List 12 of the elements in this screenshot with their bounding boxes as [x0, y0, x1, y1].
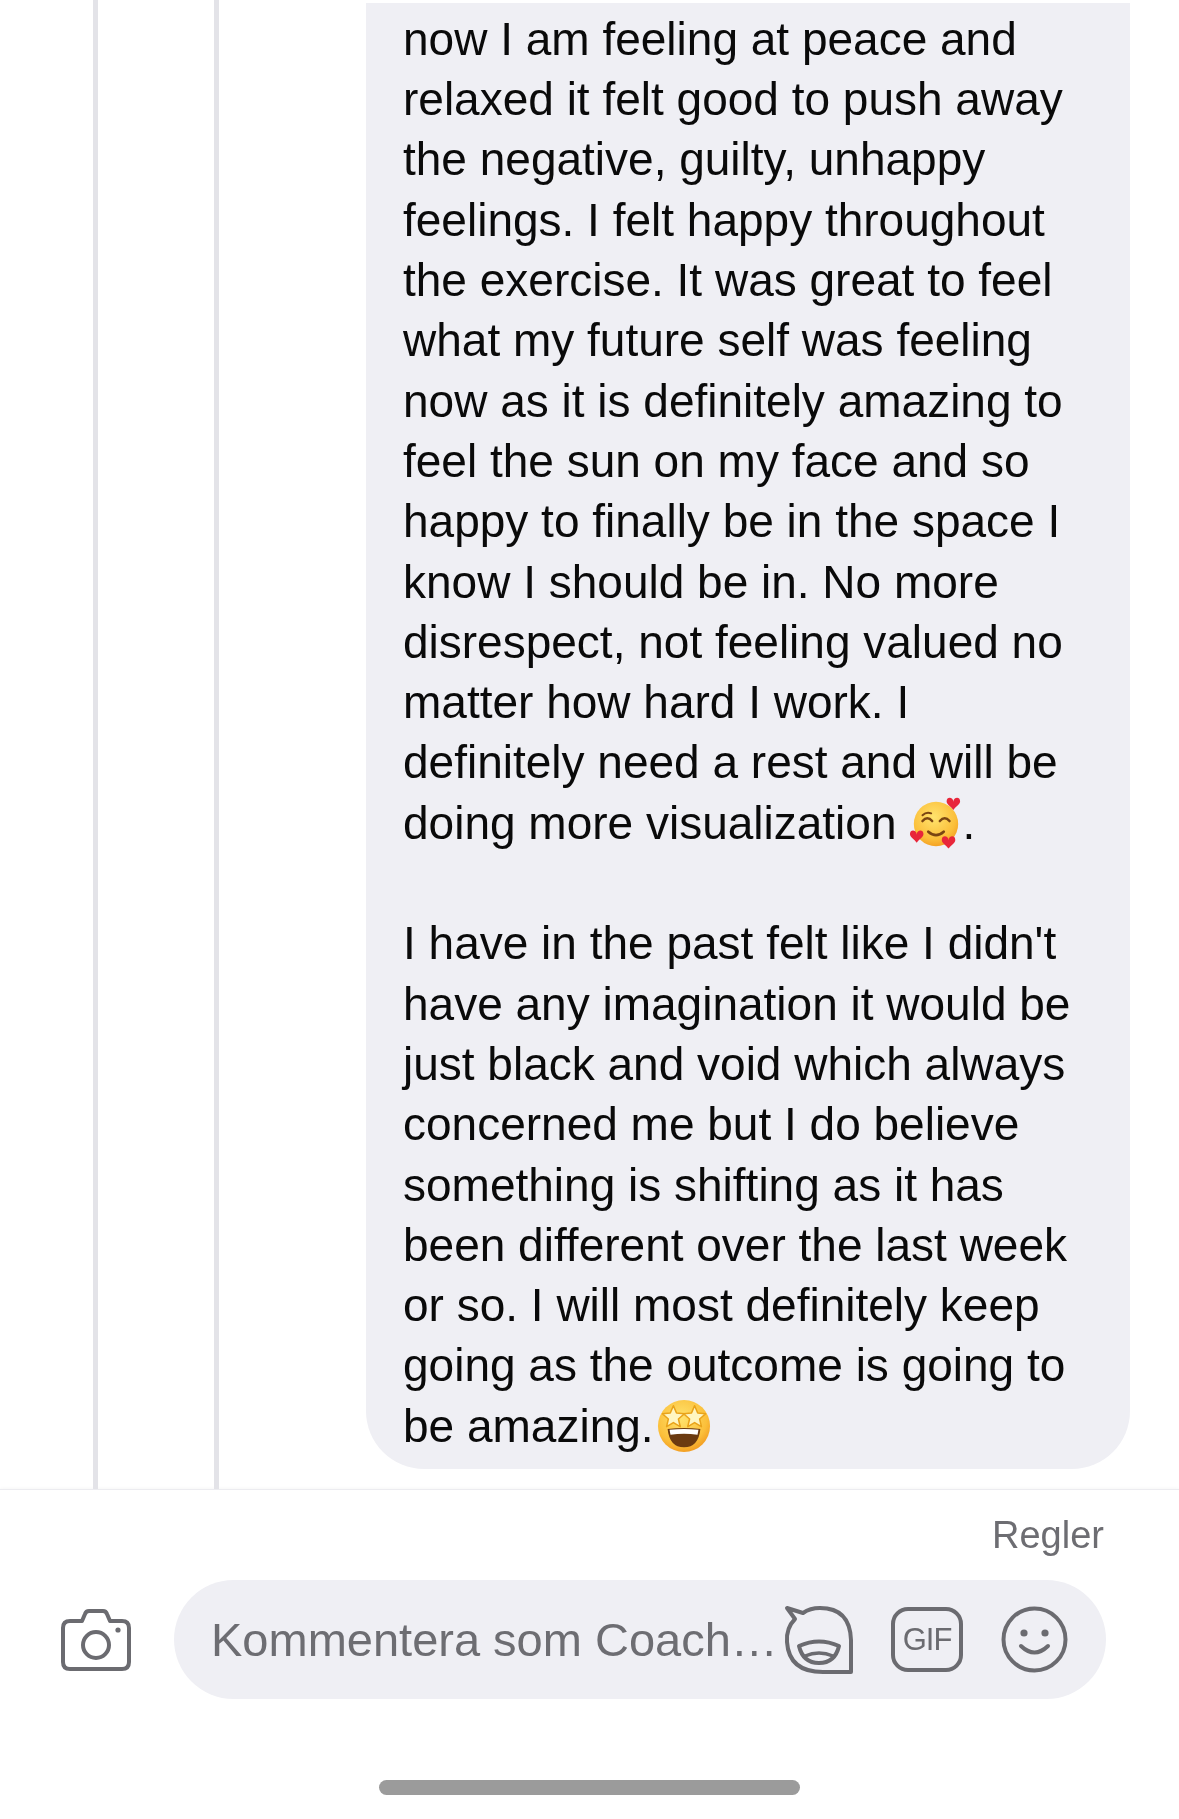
- comment-field[interactable]: Kommentera som Coach…: [211, 1609, 783, 1670]
- comment-text: be amazing.: [403, 1398, 654, 1454]
- camera-icon[interactable]: [60, 1607, 132, 1672]
- rules-link[interactable]: Regler: [992, 1512, 1104, 1558]
- gif-button[interactable]: GIF: [891, 1607, 963, 1672]
- comment-box[interactable]: Kommentera som Coach… GIF: [174, 1580, 1106, 1699]
- emoji-icon[interactable]: [1000, 1606, 1069, 1673]
- comment-text-period: .: [962, 795, 976, 851]
- smiling-face-with-hearts-icon: [908, 795, 963, 850]
- comment-text: doing more visualization: [403, 795, 897, 851]
- star-struck-face-icon: [656, 1398, 711, 1453]
- sticker-icon[interactable]: [783, 1604, 855, 1675]
